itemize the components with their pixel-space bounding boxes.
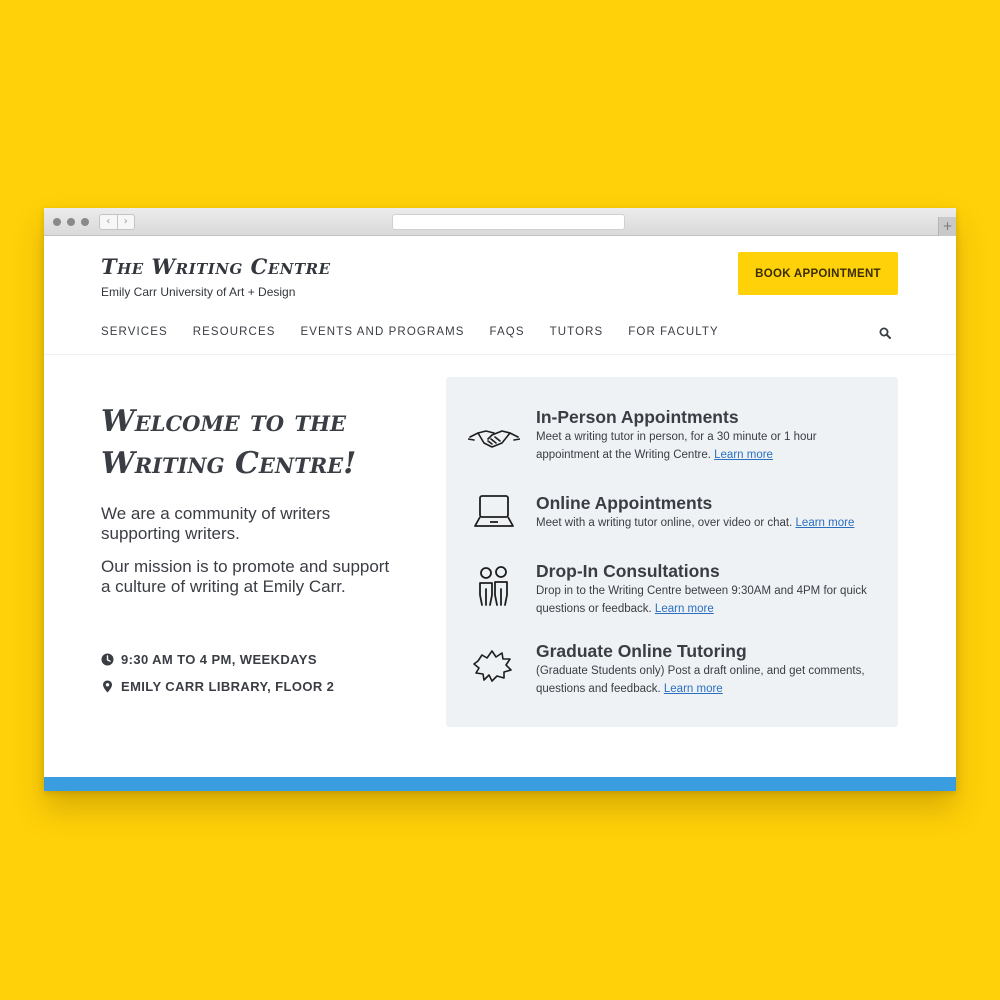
speech-bubble-icon	[473, 650, 512, 682]
address-bar[interactable]	[392, 214, 625, 230]
book-appointment-button[interactable]: BOOK APPOINTMENT	[738, 252, 898, 295]
site-subtitle: Emily Carr University of Art + Design	[101, 285, 296, 299]
nav-item-services[interactable]: SERVICES	[101, 326, 168, 338]
learn-more-link[interactable]: Learn more	[655, 603, 714, 615]
nav-item-resources[interactable]: RESOURCES	[193, 326, 276, 338]
service-description-text: Meet with a writing tutor online, over v…	[536, 517, 793, 529]
location-info: EMILY CARR LIBRARY, FLOOR 2	[101, 679, 334, 694]
service-description-text: Meet a writing tutor in person, for a 30…	[536, 431, 817, 461]
laptop-icon	[474, 495, 514, 527]
services-panel: In-Person Appointments Meet a writing tu…	[446, 377, 898, 727]
hours-text: 9:30 AM TO 4 PM, WEEKDAYS	[121, 652, 317, 667]
new-tab-icon[interactable]: +	[938, 217, 956, 236]
clock-icon	[101, 653, 114, 666]
nav-item-tutors[interactable]: TUTORS	[550, 326, 604, 338]
service-in-person: In-Person Appointments Meet a writing tu…	[536, 407, 881, 464]
nav-divider	[44, 354, 956, 355]
service-title[interactable]: In-Person Appointments	[536, 407, 881, 427]
window-zoom-button[interactable]	[81, 218, 89, 226]
learn-more-link[interactable]: Learn more	[664, 683, 723, 695]
service-description: Drop in to the Writing Centre between 9:…	[536, 582, 881, 618]
footer-accent-bar	[44, 777, 956, 791]
mission-text: Our mission is to promote and support a …	[101, 557, 390, 596]
web-page: The Writing Centre Emily Carr University…	[44, 236, 956, 791]
nav-item-for-faculty[interactable]: FOR FACULTY	[628, 326, 718, 338]
service-description: (Graduate Students only) Post a draft on…	[536, 662, 881, 698]
service-graduate-online: Graduate Online Tutoring (Graduate Stude…	[536, 641, 881, 698]
service-description: Meet with a writing tutor online, over v…	[536, 514, 881, 532]
service-drop-in: Drop-In Consultations Drop in to the Wri…	[536, 561, 881, 618]
map-pin-icon	[103, 680, 112, 693]
handshake-icon	[468, 430, 520, 448]
browser-toolbar: ‹ › +	[44, 208, 956, 236]
service-title[interactable]: Drop-In Consultations	[536, 561, 881, 581]
history-buttons: ‹ ›	[99, 214, 135, 230]
hours-info: 9:30 AM TO 4 PM, WEEKDAYS	[101, 652, 317, 667]
back-icon[interactable]: ‹	[100, 215, 117, 229]
browser-window: ‹ › + The Writing Centre Emily Carr Univ…	[44, 208, 956, 791]
nav-item-faqs[interactable]: FAQS	[490, 326, 525, 338]
service-title[interactable]: Graduate Online Tutoring	[536, 641, 881, 661]
window-close-button[interactable]	[53, 218, 61, 226]
learn-more-link[interactable]: Learn more	[796, 517, 855, 529]
people-icon	[479, 566, 508, 606]
site-title[interactable]: The Writing Centre	[101, 254, 331, 279]
welcome-heading: Welcome to the Writing Centre!	[101, 404, 357, 481]
forward-icon[interactable]: ›	[116, 215, 135, 229]
intro-text: We are a community of writers supporting…	[101, 504, 331, 543]
main-nav: SERVICES RESOURCES EVENTS AND PROGRAMS F…	[101, 326, 719, 338]
service-title[interactable]: Online Appointments	[536, 493, 881, 513]
nav-item-events-and-programs[interactable]: EVENTS AND PROGRAMS	[301, 326, 465, 338]
window-minimize-button[interactable]	[67, 218, 75, 226]
service-description: Meet a writing tutor in person, for a 30…	[536, 428, 881, 464]
learn-more-link[interactable]: Learn more	[714, 449, 773, 461]
search-icon[interactable]	[879, 327, 891, 339]
service-online: Online Appointments Meet with a writing …	[536, 493, 881, 532]
location-text: EMILY CARR LIBRARY, FLOOR 2	[121, 679, 335, 694]
